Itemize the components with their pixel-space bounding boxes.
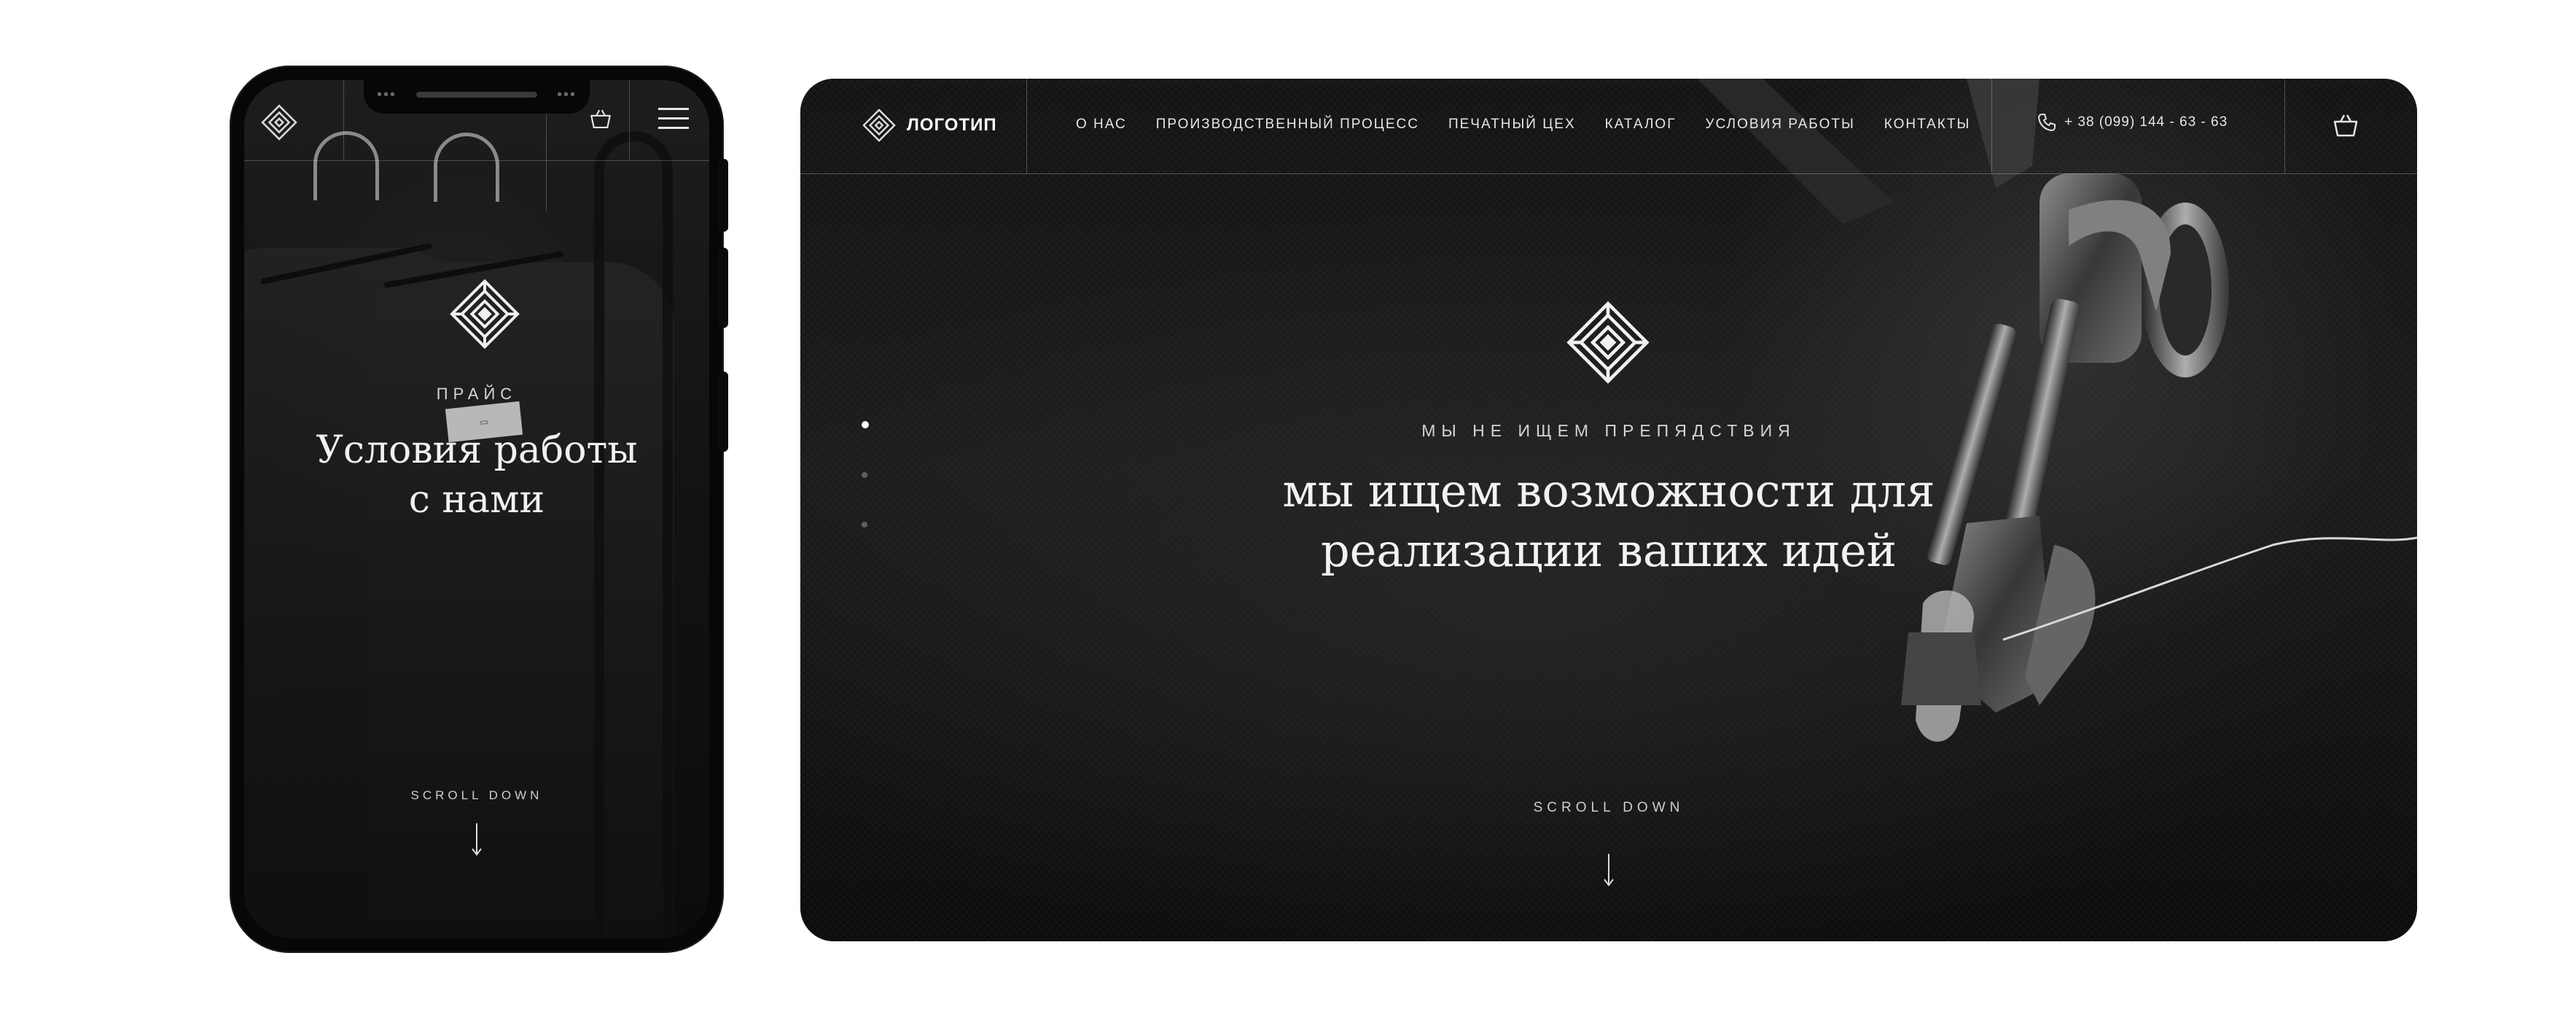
nav-item-about[interactable]: О НАС	[1076, 117, 1127, 133]
hero-title: мы ищем возможности для реализации ваших…	[800, 461, 2417, 581]
notch-speaker	[416, 92, 537, 98]
mobile-title-line: Условия работы	[316, 428, 638, 472]
nav-item-print-shop[interactable]: ПЕЧАТНЫЙ ЦЕХ	[1448, 117, 1576, 133]
mobile-mockup: ••• ••• ▭ ПРАЙС Условия работы с нами SC…	[230, 66, 728, 953]
ornament-logo-icon[interactable]	[260, 103, 298, 141]
desktop-header: ЛОГОТИП О НАС ПРОИЗВОДСТВЕННЫЙ ПРОЦЕСС П…	[800, 79, 2417, 174]
ornament-logo-icon	[862, 109, 896, 142]
main-nav: О НАС ПРОИЗВОДСТВЕННЫЙ ПРОЦЕСС ПЕЧАТНЫЙ …	[1076, 117, 1999, 133]
cart-icon[interactable]	[588, 106, 613, 131]
hero-title-line: реализации ваших идей	[1320, 524, 1897, 577]
notch-dots-icon: •••	[377, 87, 397, 103]
garment-rack	[594, 131, 673, 938]
phone-side-button	[718, 248, 728, 328]
nav-item-terms[interactable]: УСЛОВИЯ РАБОТЫ	[1706, 117, 1855, 133]
mobile-screen: ••• ••• ▭ ПРАЙС Условия работы с нами SC…	[244, 80, 709, 938]
phone-side-button	[718, 159, 728, 232]
mobile-eyebrow: ПРАЙС	[436, 385, 518, 403]
ornament-emblem-icon	[1566, 301, 1650, 384]
mobile-hero-title: Условия работы с нами	[259, 425, 695, 525]
arrow-down-icon[interactable]	[469, 822, 484, 857]
ornament-emblem-icon	[450, 279, 520, 349]
header-divider	[629, 80, 630, 160]
desktop-mockup: ЛОГОТИП О НАС ПРОИЗВОДСТВЕННЫЙ ПРОЦЕСС П…	[800, 79, 2417, 941]
phone-number: + 38 (099) 144 - 63 - 63	[2064, 114, 2228, 130]
nav-item-contacts[interactable]: КОНТАКТЫ	[1884, 117, 1971, 133]
nav-item-production-process[interactable]: ПРОИЗВОДСТВЕННЫЙ ПРОЦЕСС	[1156, 117, 1419, 133]
hero-eyebrow: МЫ НЕ ИЩЕМ ПРЕПЯДСТВИЯ	[1421, 421, 1796, 440]
header-divider	[2284, 79, 2285, 173]
scroll-down-label[interactable]: SCROLL DOWN	[800, 800, 2417, 816]
header-divider	[343, 80, 344, 160]
phone-link[interactable]: + 38 (099) 144 - 63 - 63	[2037, 112, 2228, 133]
mobile-title-line: с нами	[408, 478, 545, 522]
burger-menu-icon[interactable]	[658, 108, 689, 130]
header-divider	[1026, 79, 1027, 173]
hero-title-line: мы ищем возможности для	[1282, 464, 1935, 517]
nav-item-catalog[interactable]: КАТАЛОГ	[1605, 117, 1677, 133]
phone-notch: ••• •••	[364, 80, 590, 114]
mobile-scroll-down-label[interactable]: SCROLL DOWN	[244, 788, 709, 803]
notch-dots-icon: •••	[556, 87, 577, 103]
arrow-down-icon[interactable]	[1601, 852, 1616, 887]
logo-text: ЛОГОТИП	[907, 115, 997, 135]
cart-icon[interactable]	[2331, 111, 2360, 140]
phone-side-button	[718, 372, 728, 452]
phone-icon	[2037, 114, 2056, 132]
logo[interactable]: ЛОГОТИП	[862, 108, 997, 143]
header-divider	[244, 160, 709, 161]
